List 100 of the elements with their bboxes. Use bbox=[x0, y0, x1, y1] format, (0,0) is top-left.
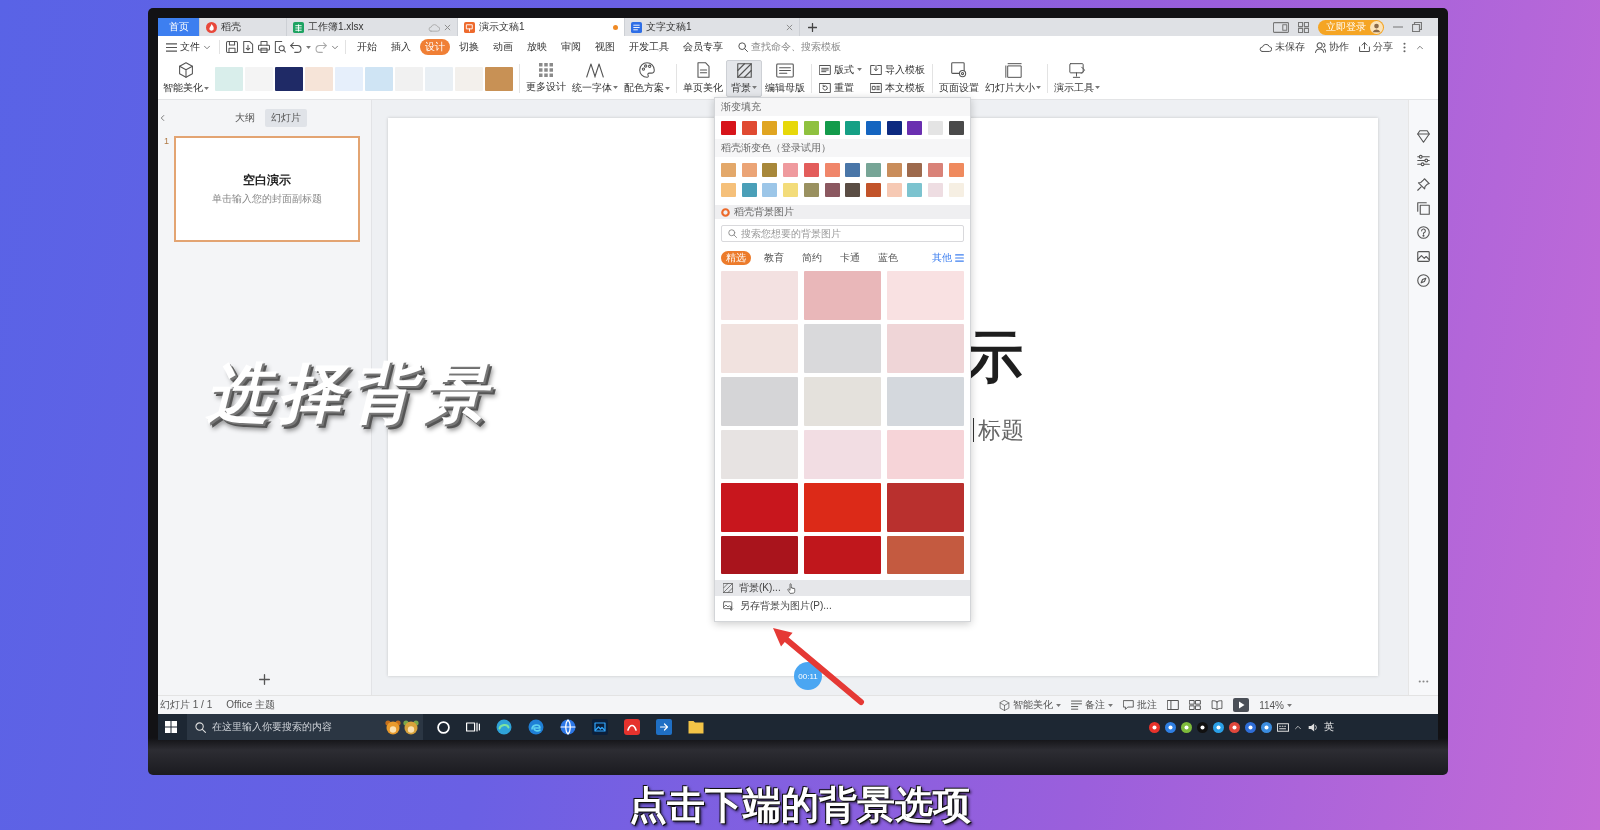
tray-app-icon[interactable] bbox=[1149, 721, 1160, 733]
menu-tab[interactable]: 开发工具 bbox=[624, 39, 674, 55]
ribbon-button[interactable]: 页面设置 bbox=[936, 60, 982, 97]
template-thumbnail[interactable] bbox=[305, 66, 333, 91]
image-editor-icon[interactable] bbox=[592, 719, 608, 735]
color-swatch[interactable] bbox=[824, 121, 840, 135]
save-icon[interactable] bbox=[226, 41, 238, 53]
ribbon-button[interactable]: 背景 bbox=[726, 60, 762, 97]
export-icon[interactable] bbox=[242, 41, 254, 53]
undo-icon[interactable] bbox=[290, 41, 302, 53]
tray-app-icon[interactable] bbox=[1213, 721, 1224, 733]
color-swatch[interactable] bbox=[928, 163, 944, 177]
ribbon-button[interactable]: 编辑母版 bbox=[762, 60, 808, 97]
color-swatch[interactable] bbox=[762, 183, 778, 197]
window-icon[interactable] bbox=[1273, 21, 1289, 33]
color-swatch[interactable] bbox=[886, 183, 902, 197]
color-swatch[interactable] bbox=[948, 163, 964, 177]
image-icon[interactable] bbox=[1417, 250, 1430, 263]
template-thumbnail[interactable] bbox=[215, 66, 243, 91]
menu-tab[interactable]: 视图 bbox=[590, 39, 620, 55]
copy-icon[interactable] bbox=[1417, 202, 1430, 215]
ribbon-button[interactable]: 配色方案 bbox=[621, 60, 673, 97]
color-swatch[interactable] bbox=[721, 163, 736, 177]
edge-browser-icon[interactable] bbox=[528, 719, 544, 735]
template-thumbnail[interactable] bbox=[335, 66, 363, 91]
slide-thumbnail[interactable]: 空白演示 单击输入您的封面副标题 bbox=[174, 136, 360, 242]
reading-view-icon[interactable] bbox=[1211, 700, 1224, 710]
toolbar-action[interactable]: 分享 bbox=[1359, 40, 1393, 54]
ribbon-button[interactable]: 版式 bbox=[817, 62, 864, 77]
ribbon-button[interactable]: 演示工具 bbox=[1051, 60, 1103, 97]
template-thumbnail[interactable] bbox=[275, 66, 303, 91]
command-search-field[interactable]: 查找命令、搜索模板 bbox=[738, 39, 841, 55]
folder-icon[interactable] bbox=[688, 720, 704, 734]
restore-icon[interactable] bbox=[1412, 22, 1422, 32]
plus-icon[interactable] bbox=[259, 674, 270, 685]
document-tab[interactable]: 演示文稿1 bbox=[458, 18, 625, 36]
color-swatch[interactable] bbox=[866, 183, 882, 197]
keyboard-icon[interactable] bbox=[1277, 722, 1289, 732]
color-swatch[interactable] bbox=[845, 163, 861, 177]
help-icon[interactable] bbox=[1417, 226, 1430, 239]
speaker-icon[interactable] bbox=[1307, 721, 1319, 733]
ribbon-button[interactable]: 幻灯片大小 bbox=[982, 60, 1044, 97]
color-swatch[interactable] bbox=[845, 183, 861, 197]
color-swatch[interactable] bbox=[762, 121, 778, 135]
home-tab[interactable]: 首页 bbox=[158, 18, 200, 36]
color-swatch[interactable] bbox=[824, 183, 840, 197]
color-swatch[interactable] bbox=[866, 163, 882, 177]
color-swatch[interactable] bbox=[721, 121, 736, 135]
file-menu[interactable]: 文件 bbox=[162, 40, 215, 54]
print-icon[interactable] bbox=[258, 41, 270, 53]
grid-view-icon[interactable] bbox=[1189, 700, 1202, 710]
taskbar-search-field[interactable]: 在这里输入你要搜索的内容 bbox=[187, 714, 423, 740]
tray-app-icon[interactable] bbox=[1245, 721, 1256, 733]
gem-icon[interactable] bbox=[1417, 130, 1430, 143]
menu-tab[interactable]: 切换 bbox=[454, 39, 484, 55]
input-method-indicator[interactable]: 英 bbox=[1324, 720, 1334, 734]
color-swatch[interactable] bbox=[783, 121, 799, 135]
color-swatch[interactable] bbox=[928, 183, 944, 197]
ribbon-button[interactable]: 智能美化 bbox=[160, 60, 212, 97]
zoom-level[interactable]: 114% bbox=[1259, 699, 1292, 711]
menu-tab[interactable]: 放映 bbox=[522, 39, 552, 55]
print-preview-icon[interactable] bbox=[274, 41, 286, 53]
compass-icon[interactable] bbox=[1417, 274, 1430, 287]
comments-button[interactable]: 批注 bbox=[1123, 698, 1158, 712]
more-icon[interactable] bbox=[1418, 680, 1429, 683]
menu-tab[interactable]: 插入 bbox=[386, 39, 416, 55]
tray-app-icon[interactable] bbox=[1229, 721, 1240, 733]
menu-tab[interactable]: 审阅 bbox=[556, 39, 586, 55]
color-swatch[interactable] bbox=[866, 121, 882, 135]
panel-tab[interactable]: 幻灯片 bbox=[265, 109, 307, 127]
notes-button[interactable]: 备注 bbox=[1071, 698, 1114, 712]
color-swatch[interactable] bbox=[741, 183, 757, 197]
browser-icon[interactable] bbox=[496, 719, 512, 735]
document-tab[interactable]: 工作簿1.xlsx bbox=[287, 18, 458, 36]
color-swatch[interactable] bbox=[824, 163, 840, 177]
color-swatch[interactable] bbox=[803, 183, 819, 197]
menu-tab[interactable]: 会员专享 bbox=[678, 39, 728, 55]
menu-item[interactable]: 背景(K)... bbox=[715, 580, 970, 596]
app-icon[interactable] bbox=[624, 719, 640, 735]
more-icon[interactable] bbox=[1403, 41, 1406, 53]
color-swatch[interactable] bbox=[803, 121, 819, 135]
beautify-button[interactable]: 智能美化 bbox=[999, 698, 1062, 712]
color-swatch[interactable] bbox=[741, 163, 757, 177]
tray-app-icon[interactable] bbox=[1261, 721, 1272, 733]
chevron-left-icon[interactable] bbox=[160, 114, 165, 122]
ribbon-button[interactable]: 本文模板 bbox=[868, 80, 927, 95]
sliders-icon[interactable] bbox=[1417, 154, 1430, 167]
menu-tab[interactable]: 开始 bbox=[352, 39, 382, 55]
document-tab[interactable]: 稻壳 bbox=[200, 18, 287, 36]
ribbon-button[interactable]: 单页美化 bbox=[680, 60, 726, 97]
play-icon[interactable] bbox=[1233, 698, 1250, 712]
chevron-down-icon[interactable] bbox=[203, 44, 211, 50]
menu-tab[interactable]: 动画 bbox=[488, 39, 518, 55]
redo-icon[interactable] bbox=[315, 41, 327, 53]
template-thumbnail[interactable] bbox=[485, 66, 513, 91]
plus-icon[interactable] bbox=[808, 22, 817, 32]
color-swatch[interactable] bbox=[907, 121, 923, 135]
toolbar-action[interactable]: 协作 bbox=[1315, 40, 1349, 54]
color-swatch[interactable] bbox=[845, 121, 861, 135]
ribbon-button[interactable]: 导入模板 bbox=[868, 62, 927, 77]
